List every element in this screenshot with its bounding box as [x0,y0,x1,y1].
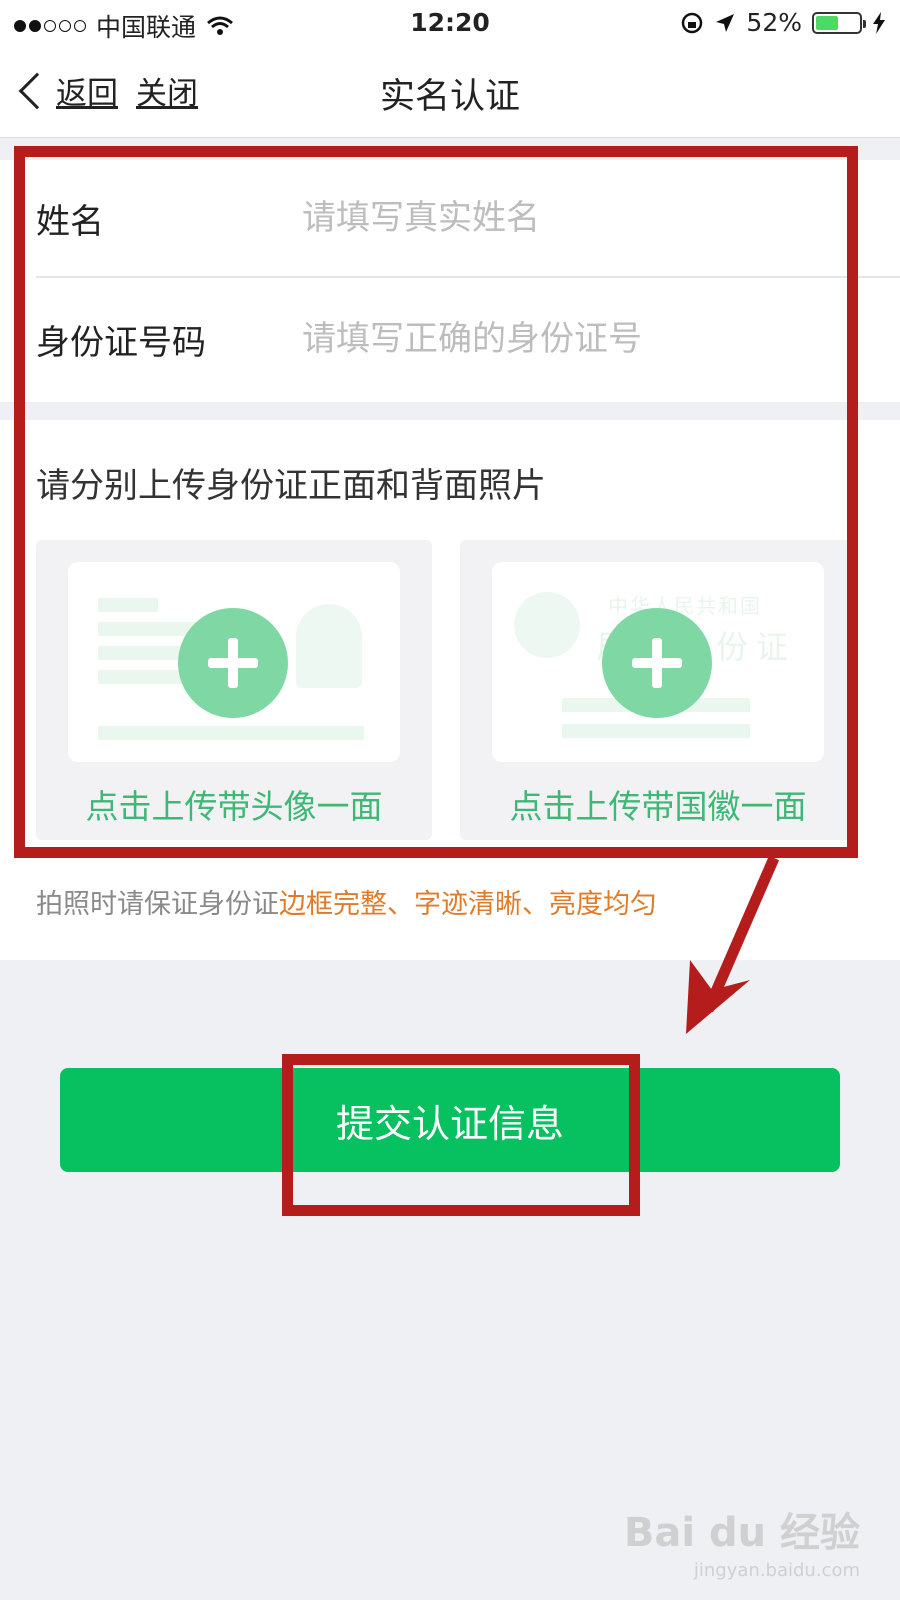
note-prefix: 拍照时请保证身份证 [36,889,279,920]
page-title: 实名认证 [379,77,520,117]
note-highlight: 边框完整、字迹清晰、亮度均匀 [279,889,657,920]
navigation-bar: 返回 关闭 实名认证 [0,46,900,138]
location-arrow-icon [716,13,735,32]
watermark-url: jingyan.baidu.com [693,1560,860,1581]
baidu-watermark-logo: Bai du 经验 jingyan.baidu.com [624,1500,860,1581]
status-right: 52% [680,8,886,37]
watermark-brand: Bai du 经验 [623,1510,860,1556]
charging-bolt-icon [873,11,885,34]
rotation-lock-icon [682,12,703,33]
battery-icon [812,11,866,34]
status-bar: 中国联通 12:20 52% [0,0,900,46]
annotation-highlight-submit [282,1054,640,1216]
annotation-highlight-form [14,146,858,858]
photo-quality-note: 拍照时请保证身份证边框完整、字迹清晰、亮度均匀 [36,882,657,921]
battery-percent: 52% [746,8,802,37]
